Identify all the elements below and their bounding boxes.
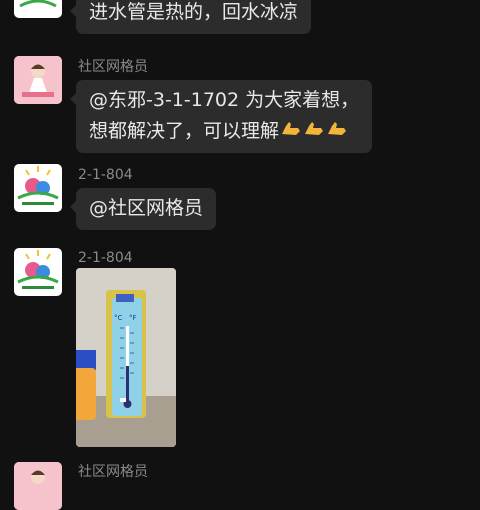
thumbs-up-icon <box>326 116 348 147</box>
avatar-kindergarten[interactable] <box>14 248 62 296</box>
message-bubble[interactable]: 进水管是热的，回水冰凉 <box>69 0 312 34</box>
sender-name: 社区网格员 <box>78 59 148 75</box>
message-bubble[interactable]: @社区网格员 <box>69 188 217 230</box>
message-text-line: 想都解决了，可以理解 <box>89 116 359 147</box>
avatar-kindergarten[interactable] <box>14 0 62 18</box>
thumbs-up-icon <box>280 116 302 147</box>
thumbs-up-icon <box>303 116 325 147</box>
message-text: 想都解决了，可以理解 <box>89 120 280 142</box>
celsius-label: °C <box>114 314 123 322</box>
sender-name: 2-1-804 <box>78 167 133 183</box>
message-text: @东邪-3-1-1702 为大家着想， <box>89 89 360 111</box>
sender-name: 2-1-804 <box>78 250 133 266</box>
fahrenheit-label: °F <box>129 314 137 322</box>
message-text: 进水管是热的，回水冰凉 <box>89 1 299 23</box>
message-bubble[interactable]: @东邪-3-1-1702 为大家着想， 想都解决了，可以理解 <box>69 80 373 153</box>
thermometer-photo[interactable]: °C °F <box>76 268 176 447</box>
avatar-kindergarten[interactable] <box>14 164 62 212</box>
message-text: @社区网格员 <box>89 197 204 219</box>
sender-name: 社区网格员 <box>78 464 148 480</box>
avatar-grid-worker[interactable] <box>14 56 62 104</box>
avatar-grid-worker[interactable] <box>14 462 62 510</box>
